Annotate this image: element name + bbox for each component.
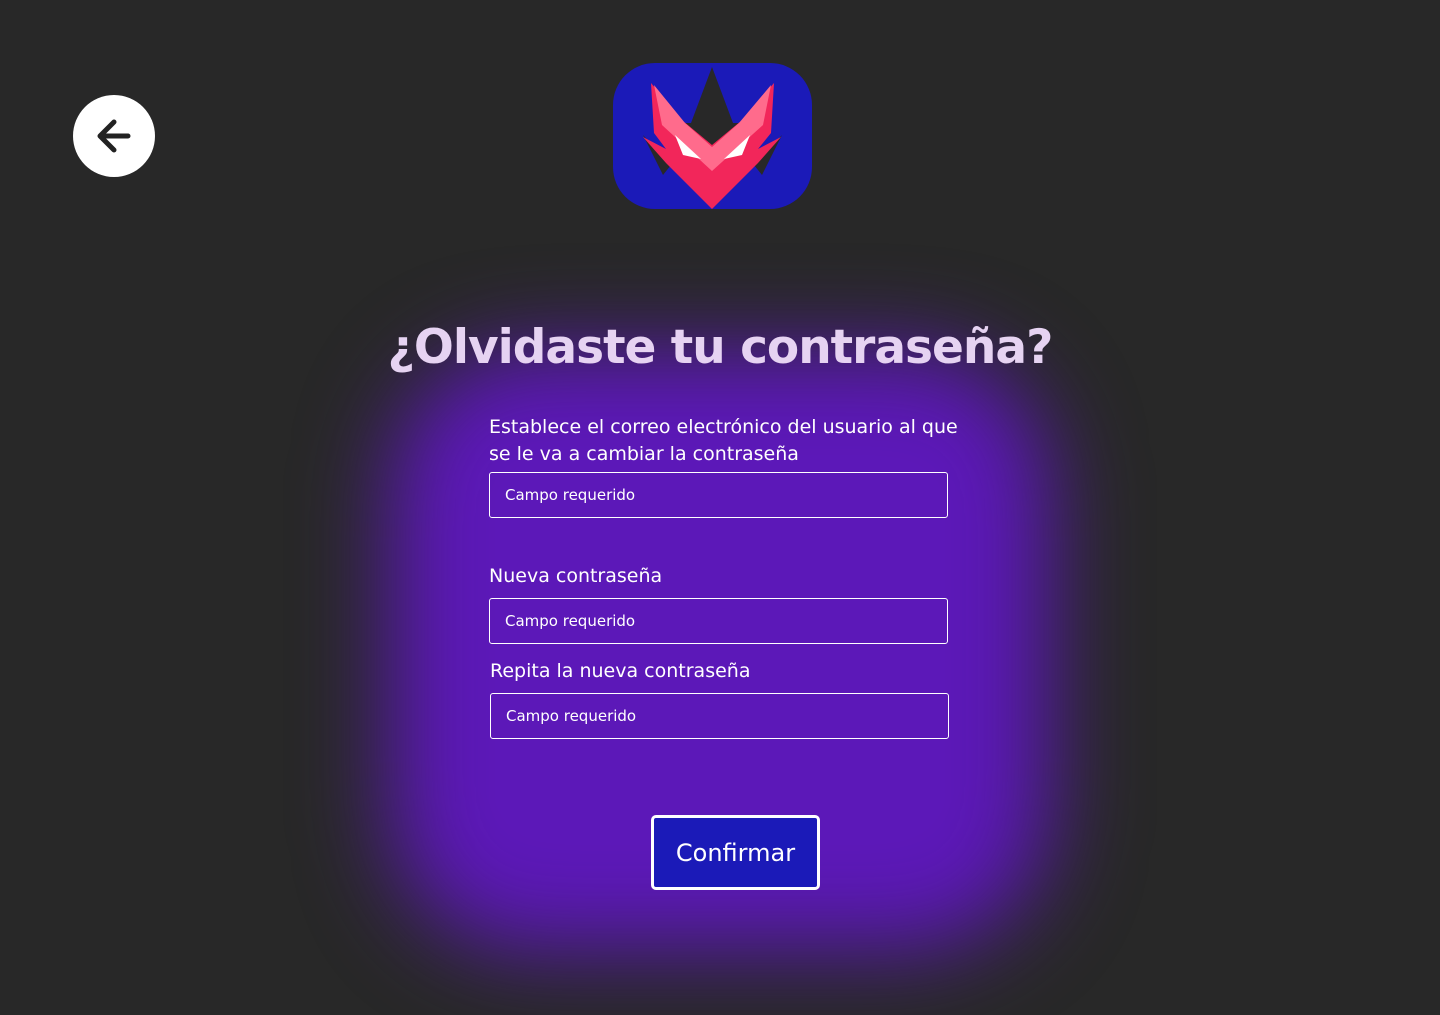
- forgot-password-page: ¿Olvidaste tu contraseña? Establece el c…: [0, 0, 1440, 1015]
- email-input[interactable]: [489, 472, 948, 518]
- repeat-password-label: Repita la nueva contraseña: [490, 660, 751, 682]
- back-button[interactable]: [73, 95, 155, 177]
- repeat-password-input[interactable]: [490, 693, 949, 739]
- new-password-label: Nueva contraseña: [489, 565, 663, 587]
- confirm-button[interactable]: Confirmar: [651, 815, 820, 890]
- fox-logo-icon: [613, 63, 812, 209]
- new-password-input[interactable]: [489, 598, 948, 644]
- email-label: Establece el correo electrónico del usua…: [489, 416, 958, 465]
- app-logo: [613, 63, 812, 209]
- page-title: ¿Olvidaste tu contraseña?: [387, 320, 1054, 375]
- arrow-left-icon: [92, 114, 136, 158]
